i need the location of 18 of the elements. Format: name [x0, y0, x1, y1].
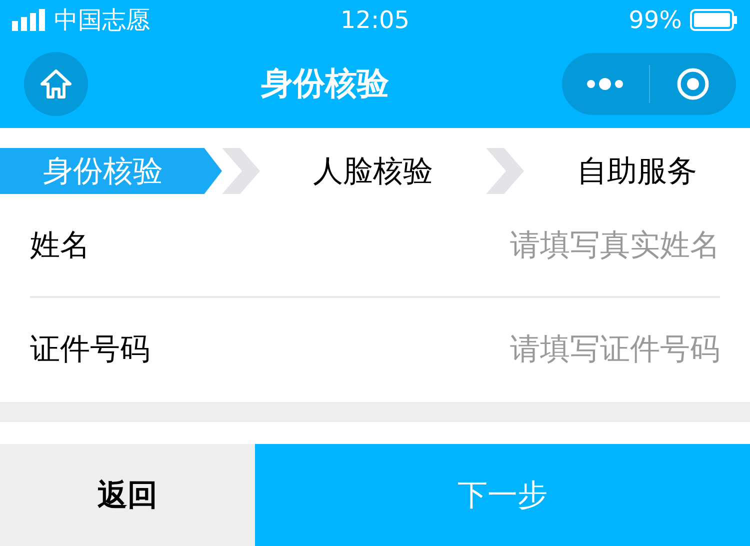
step-tab[interactable]: 人脸核验	[260, 148, 486, 194]
target-icon	[676, 67, 710, 101]
more-icon	[586, 77, 624, 91]
step-tab[interactable]: 自助服务	[524, 148, 750, 194]
input-field[interactable]: 请填写真实姓名	[400, 228, 720, 262]
back-button[interactable]: 返回	[0, 444, 255, 546]
battery-percent: 99%	[628, 6, 682, 34]
carrier-name: 中国志愿	[54, 5, 150, 36]
signal-icon	[12, 9, 46, 31]
input-field[interactable]: 请填写证件号码	[400, 332, 720, 366]
chevron-icon	[486, 148, 524, 194]
chevron-icon	[222, 148, 260, 194]
battery-icon	[690, 9, 738, 31]
home-icon	[39, 68, 73, 100]
clock-time: 12:05	[340, 6, 410, 34]
field-label: 姓名	[30, 226, 90, 264]
field-label: 证件号码	[30, 330, 150, 368]
page-title: 身份核验	[261, 63, 389, 104]
